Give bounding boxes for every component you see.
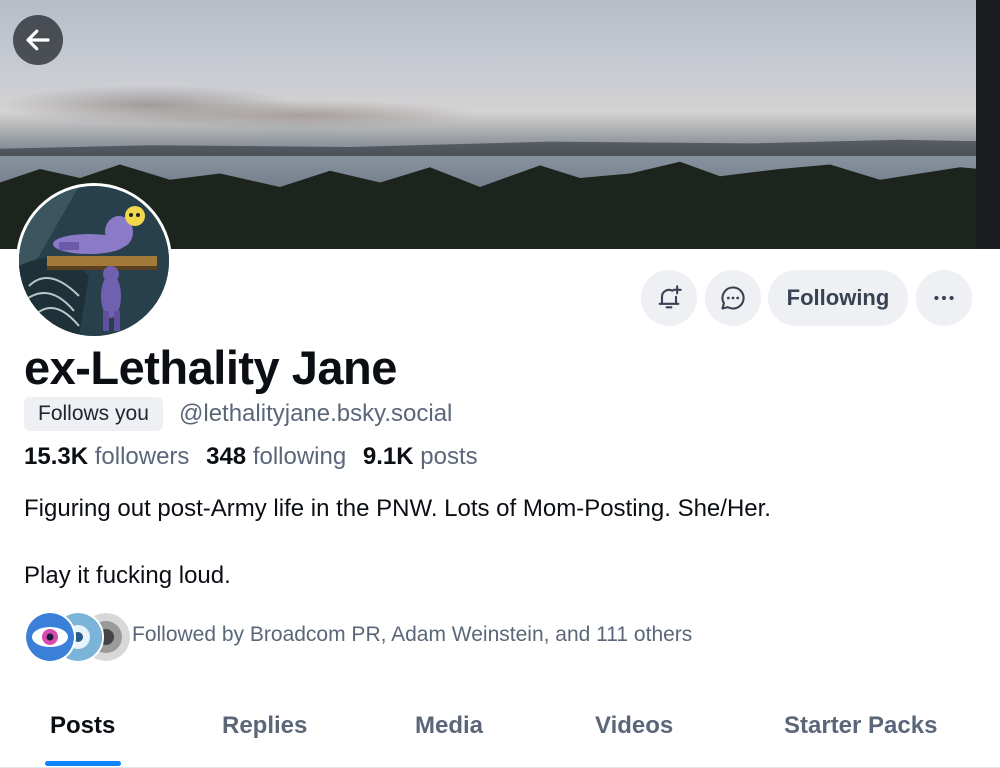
bio-line: Figuring out post-Army life in the PNW. … (24, 495, 771, 522)
back-button[interactable] (13, 15, 63, 65)
posts-count: 9.1K (362, 443, 414, 470)
profile-tabs: Posts Replies Media Videos Starter Packs (0, 695, 1000, 768)
banner-post (976, 0, 1000, 249)
tab-starter-packs[interactable]: Starter Packs (784, 712, 937, 740)
posts-stat: 9.1K posts (363, 443, 478, 470)
bio-line: Play it fucking loud. (24, 562, 231, 589)
message-button[interactable] (705, 270, 761, 326)
profile-stats: 15.3K followers 348 following 9.1K posts (24, 443, 478, 471)
tab-replies[interactable]: Replies (222, 712, 307, 740)
posts-label: posts (420, 443, 478, 470)
following-count: 348 (206, 443, 247, 470)
ellipsis-icon (934, 295, 954, 301)
avatar-image (19, 186, 169, 336)
arrow-left-icon (26, 29, 50, 51)
followers-link[interactable]: 15.3K followers (24, 443, 189, 470)
banner-cloud (120, 100, 480, 130)
chat-bubble-icon (721, 286, 745, 310)
followed-by-text: Followed by Broadcom PR, Adam Weinstein,… (132, 623, 693, 646)
bell-plus-icon (658, 285, 682, 309)
banner-hills (0, 139, 1000, 156)
more-options-button[interactable] (916, 270, 972, 326)
following-button[interactable]: Following (768, 270, 908, 326)
profile-avatar[interactable] (16, 183, 172, 339)
tab-posts[interactable]: Posts (50, 712, 115, 740)
followers-label: followers (94, 443, 190, 470)
subscribe-notifications-button[interactable] (641, 270, 697, 326)
tab-videos[interactable]: Videos (595, 712, 673, 740)
following-link[interactable]: 348 following (206, 443, 346, 470)
follows-you-badge: Follows you (24, 397, 163, 431)
follower-avatar (24, 611, 76, 663)
following-label: following (252, 443, 347, 470)
display-name: ex-Lethality Jane (24, 341, 397, 394)
followers-count: 15.3K (24, 443, 89, 470)
tab-media[interactable]: Media (415, 712, 483, 740)
profile-handle: @lethalityjane.bsky.social (179, 400, 453, 427)
active-tab-indicator (45, 761, 121, 766)
